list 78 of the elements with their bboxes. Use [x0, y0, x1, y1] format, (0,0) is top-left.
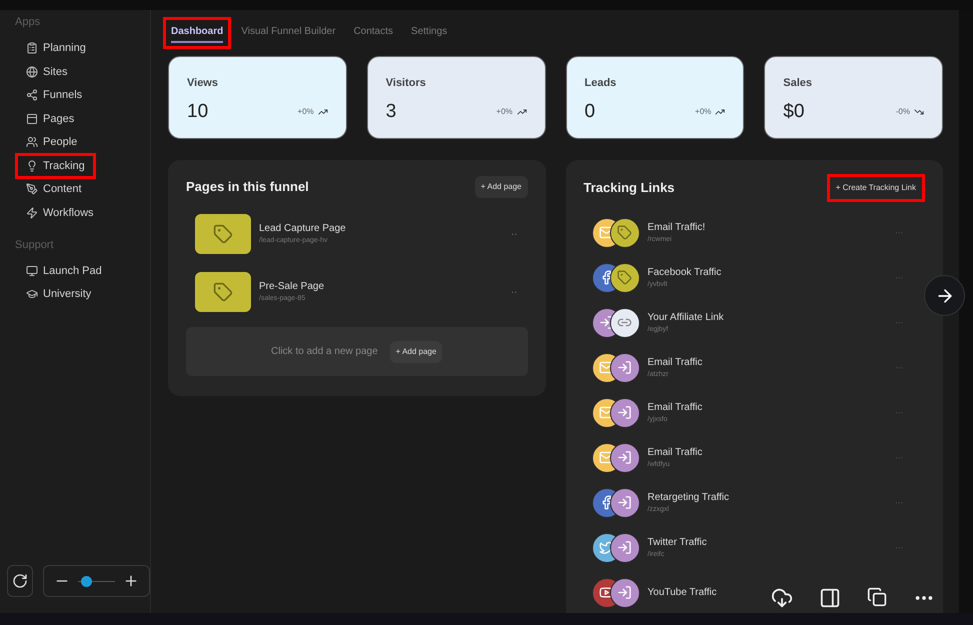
sidebar-item[interactable]: Content [15, 176, 93, 202]
page-thumbnail [195, 214, 251, 254]
lightbulb-icon [26, 160, 38, 172]
stat-value: 0 [584, 100, 596, 124]
link-name[interactable]: YouTube Traffic [648, 585, 925, 600]
section-heading: Apps [15, 15, 42, 30]
copy-icon[interactable] [867, 587, 887, 607]
link-name[interactable]: Email Traffic! [648, 220, 895, 235]
page-thumbnail [195, 272, 251, 312]
graduation-cap-icon [26, 288, 38, 300]
section-heading: Support [15, 238, 55, 252]
link-name[interactable]: Email Traffic [648, 354, 895, 370]
stat-value: 10 [187, 100, 208, 124]
sidebar-item[interactable]: Funnels [15, 82, 94, 108]
add-page-button[interactable]: + Add page [390, 340, 442, 362]
link-name[interactable]: Email Traffic [648, 444, 895, 460]
download-icon[interactable] [771, 587, 793, 609]
zoom-in-icon[interactable] [123, 573, 139, 589]
sidebar-item[interactable]: People [15, 129, 88, 156]
sidebar-item[interactable]: Sites [15, 58, 78, 85]
arrow-in-icon [610, 352, 640, 382]
people-icon [26, 136, 38, 148]
stat-label: Leads [584, 76, 618, 91]
link-name[interactable]: Retargeting Traffic [648, 490, 895, 505]
tab[interactable]: Settings [403, 17, 456, 49]
trend-down-icon [914, 106, 924, 117]
add-page-hint: Click to add a new page [271, 345, 378, 359]
sidebar-item[interactable]: Tracking [15, 152, 96, 179]
globe-icon [26, 66, 38, 78]
arrow-in-icon [610, 578, 640, 608]
sidebar-item[interactable]: Pages [15, 106, 86, 132]
zoom-slider[interactable] [78, 575, 115, 587]
stat-value: $0 [783, 100, 804, 124]
tab[interactable]: Dashboard [163, 17, 232, 49]
arrow-in-icon [610, 532, 640, 562]
sidebar-item[interactable]: Workflows [15, 200, 105, 226]
link-name[interactable]: Facebook Traffic [648, 264, 895, 280]
window-icon [26, 112, 38, 125]
link-name[interactable]: Twitter Traffic [648, 534, 895, 550]
stat-change: +0% [695, 106, 712, 118]
trend-up-icon [715, 106, 726, 117]
sidebar-item[interactable]: University [15, 281, 102, 308]
panel-title: Pages in this funnel [186, 178, 309, 196]
sidebar-toggle-icon[interactable] [819, 587, 841, 609]
link-name[interactable]: Email Traffic [648, 400, 895, 415]
tab[interactable]: Visual Funnel Builder [233, 17, 344, 49]
stat-label: Visitors [386, 76, 427, 91]
trend-up-icon [318, 106, 328, 117]
lightning-icon [26, 206, 38, 219]
monitor-icon [26, 264, 38, 277]
arrow-in-icon [610, 442, 640, 472]
page-name[interactable]: Lead Capture Page [259, 221, 511, 236]
sidebar-item[interactable]: Planning [15, 35, 97, 62]
page-name[interactable]: Pre-Sale Page [259, 279, 511, 294]
tag-icon [610, 218, 640, 248]
link-name[interactable]: Your Affiliate Link [648, 310, 895, 325]
refresh-button[interactable] [7, 565, 34, 597]
arrow-in-icon [610, 488, 640, 518]
add-page-button[interactable]: + Add page [474, 176, 528, 198]
create-link-button[interactable]: + Create Tracking Link [826, 174, 925, 202]
stat-value: 3 [386, 100, 396, 124]
clipboard-icon [26, 42, 38, 54]
stat-change: +0% [496, 106, 512, 118]
refresh-icon [12, 573, 28, 589]
trend-up-icon [516, 106, 526, 117]
sidebar-item[interactable]: Launch Pad [15, 258, 113, 284]
slider-thumb[interactable] [80, 576, 92, 586]
pen-icon [26, 183, 38, 196]
stat-change: +0% [298, 106, 314, 118]
arrow-in-icon [610, 398, 640, 428]
panel-title: Tracking Links [584, 179, 675, 198]
nodes-icon [26, 89, 38, 102]
stat-label: Views [187, 76, 219, 91]
stat-label: Sales [783, 76, 813, 91]
tab[interactable]: Contacts [346, 17, 402, 49]
stat-change: -0% [896, 106, 910, 118]
link-icon [610, 308, 640, 338]
tag-icon [610, 262, 640, 292]
